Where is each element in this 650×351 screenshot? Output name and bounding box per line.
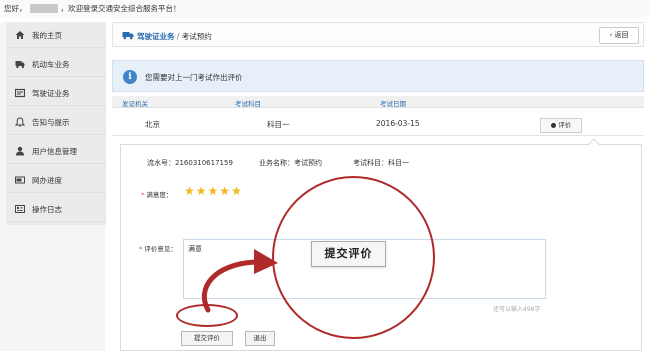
sidebar-item-log[interactable]: 操作日志 [6, 196, 106, 222]
table-row: 北京 科目一 2016-03-15 ● 评价 [112, 114, 644, 136]
star-icon[interactable]: ★ [231, 185, 242, 197]
breadcrumb: 驾驶证业务 / 考试预约 ‹ 返回 [112, 22, 644, 47]
welcome-greeting: 您好， ，欢迎登录交通安全综合服务平台！ [4, 3, 181, 14]
progress-icon [15, 176, 25, 184]
satisfaction-label: * 满意度： [141, 189, 172, 199]
notice-text: 您需要对上一门考试作出评价 [145, 73, 243, 82]
opinion-label: * 评价意见： [139, 243, 177, 253]
greeting-suffix: ，欢迎登录交通安全综合服务平台！ [60, 4, 181, 13]
sidebar-item-label: 用户信息管理 [32, 147, 77, 156]
breadcrumb-current-page: 考试预约 [181, 32, 212, 41]
star-icon[interactable]: ★ [184, 185, 195, 197]
business-name: 业务名称：考试预约 [259, 158, 322, 168]
sidebar-item-label: 网办进度 [32, 176, 62, 185]
sidebar-item-label: 操作日志 [32, 205, 62, 214]
breadcrumb-text: 驾驶证业务 / 考试预约 [137, 31, 212, 42]
char-counter: 还可以输入498字 [493, 306, 541, 313]
serial-value: 2160310617159 [175, 159, 233, 167]
subject-value: 科目一 [388, 159, 409, 167]
notice-banner: i 您需要对上一门考试作出评价 [112, 60, 644, 92]
column-header-subject: 考试科目 [235, 100, 261, 108]
top-bar: 您好， ，欢迎登录交通安全综合服务平台！ [0, 0, 650, 18]
breadcrumb-separator: / [174, 32, 182, 41]
sidebar-item-progress[interactable]: 网办进度 [6, 167, 106, 193]
star-icon[interactable]: ★ [196, 185, 207, 197]
cell-date: 2016-03-15 [376, 119, 420, 128]
sidebar-item-vehicle[interactable]: 机动车业务 [6, 51, 106, 77]
serial-number: 流水号：2160310617159 [147, 158, 233, 168]
sidebar-item-user-info[interactable]: 用户信息管理 [6, 138, 106, 164]
truck-icon [122, 32, 134, 40]
bell-icon [15, 117, 25, 127]
star-icon[interactable]: ★ [219, 185, 230, 197]
truck-icon [15, 61, 25, 69]
sidebar-item-notice[interactable]: 告知与提示 [6, 109, 106, 135]
log-icon [15, 205, 25, 213]
redacted-username [29, 4, 58, 13]
sidebar-item-home[interactable]: 我的主页 [6, 22, 106, 48]
serial-label: 流水号： [147, 159, 175, 167]
exam-subject: 考试科目：科目一 [353, 158, 409, 168]
sidebar-item-license[interactable]: 驾驶证业务 [6, 80, 106, 106]
cell-subject: 科目一 [267, 120, 290, 129]
submit-evaluation-button[interactable]: 提交评价 [181, 331, 233, 346]
zoomed-submit-button: 提交评价 [311, 241, 386, 267]
rate-button[interactable]: ● 评价 [540, 118, 582, 133]
greeting-prefix: 您好， [4, 4, 27, 13]
satisfaction-label-text: 满意度： [146, 191, 173, 199]
sidebar-item-label: 告知与提示 [32, 118, 70, 127]
license-card-icon [15, 88, 25, 98]
opinion-label-text: 评价意见： [144, 245, 177, 253]
business-value: 考试预约 [294, 159, 322, 167]
home-icon [15, 31, 25, 39]
back-button[interactable]: ‹ 返回 [599, 27, 639, 44]
column-header-date: 考试日期 [380, 100, 406, 108]
table-header: 发证机关 考试科目 考试日期 [112, 96, 644, 108]
sidebar-item-label: 驾驶证业务 [32, 89, 70, 98]
subject-label: 考试科目： [353, 159, 388, 167]
back-button-label: 返回 [614, 31, 629, 39]
breadcrumb-section-link[interactable]: 驾驶证业务 [137, 32, 175, 41]
business-label: 业务名称： [259, 159, 294, 167]
info-icon: i [123, 70, 137, 84]
sidebar-item-label: 机动车业务 [32, 60, 70, 69]
star-rating[interactable]: ★★★★★ [184, 185, 243, 197]
sidebar: 我的主页 机动车业务 驾驶证业务 告知与提示 用户信息管理 网办进度 操作日志 [0, 22, 106, 351]
star-icon[interactable]: ★ [208, 185, 219, 197]
sidebar-menu: 我的主页 机动车业务 驾驶证业务 告知与提示 用户信息管理 网办进度 操作日志 [6, 22, 106, 225]
rate-button-label: 评价 [558, 121, 572, 129]
exit-button[interactable]: 退出 [245, 331, 275, 346]
cell-authority: 北京 [145, 120, 160, 129]
column-header-authority: 发证机关 [122, 100, 148, 108]
user-icon [16, 146, 24, 156]
sidebar-item-label: 我的主页 [32, 31, 62, 40]
